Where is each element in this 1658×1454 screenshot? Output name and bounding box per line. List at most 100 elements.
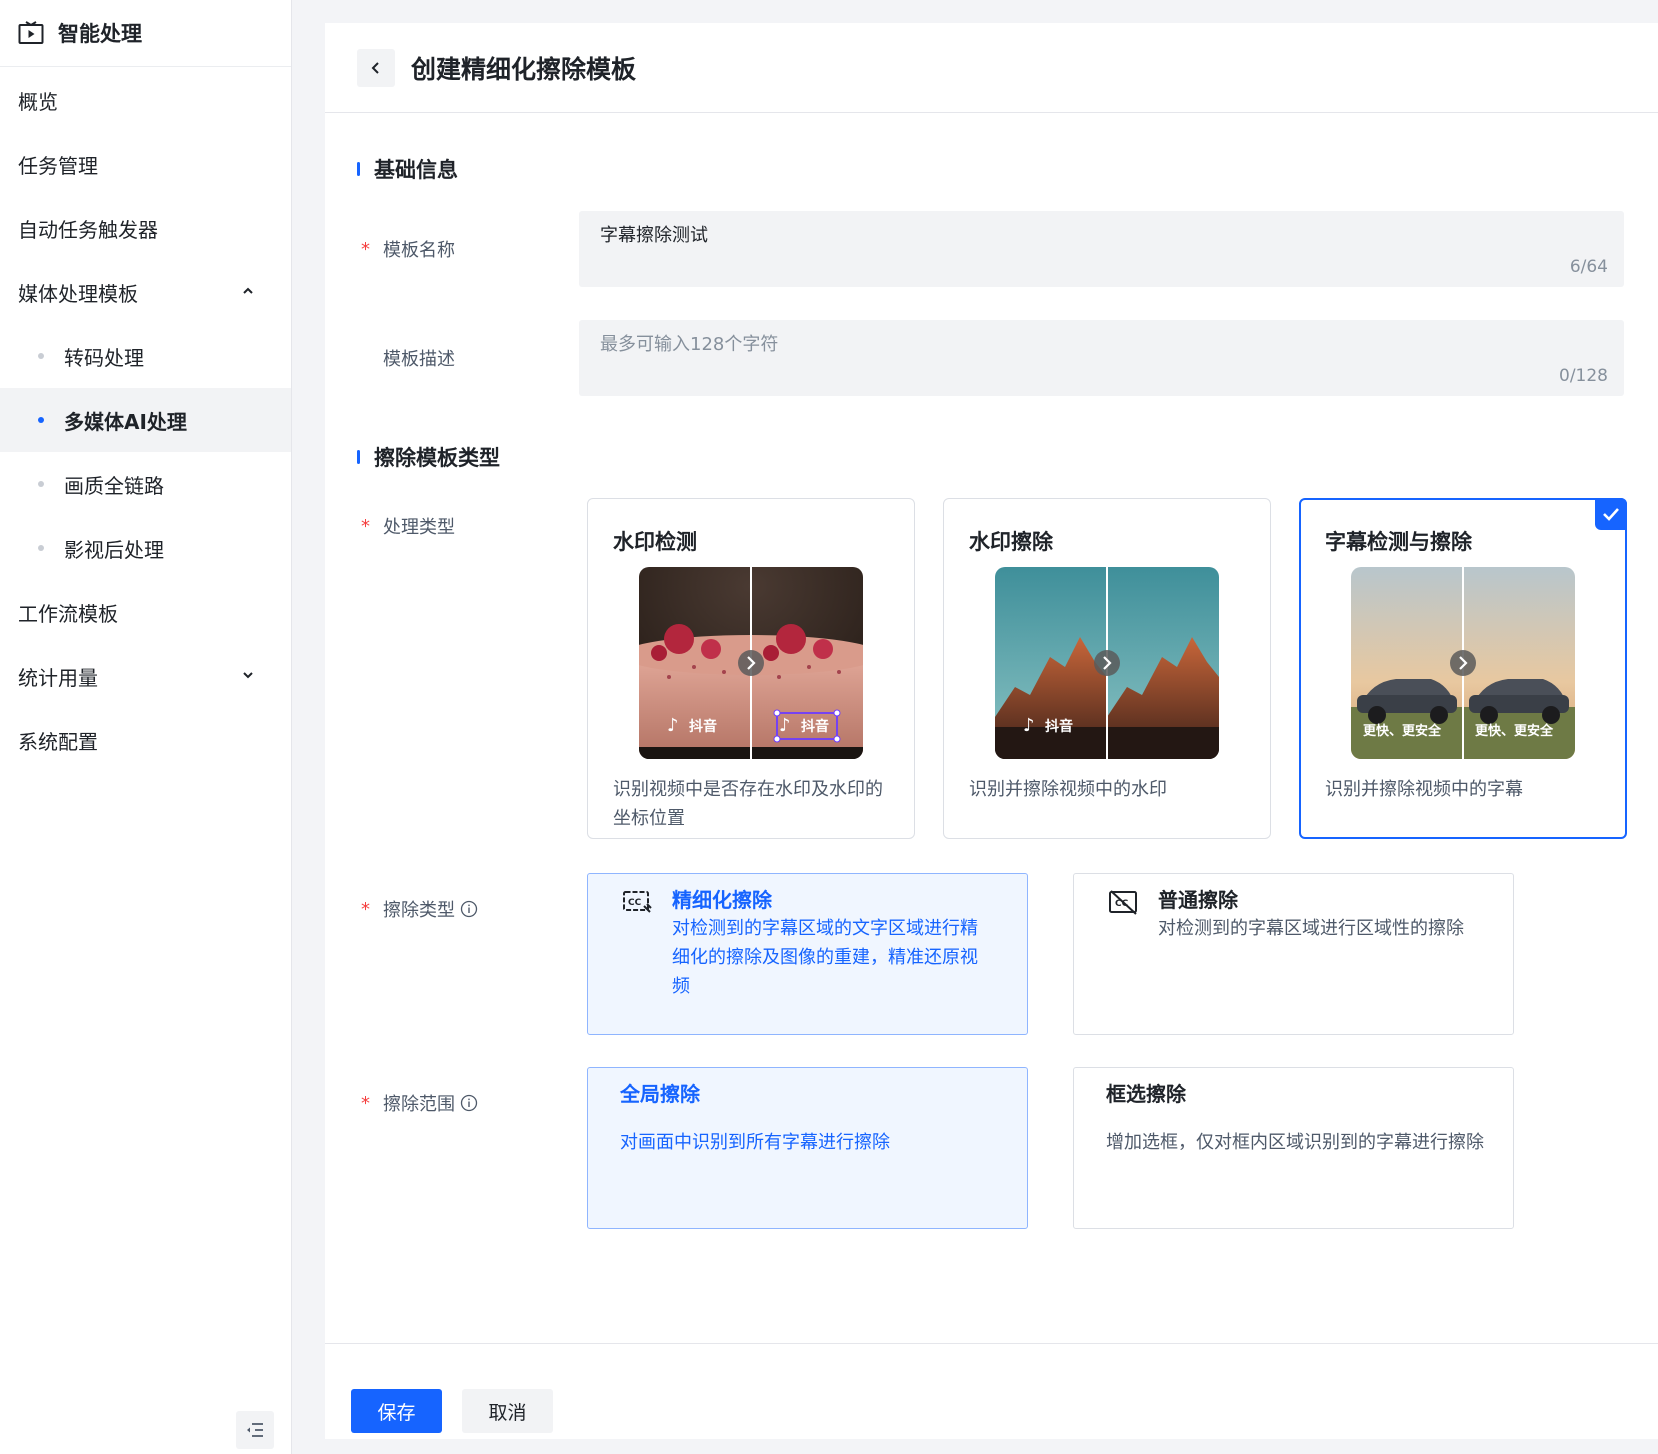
range-option-global[interactable]: 全局擦除 对画面中识别到所有字幕进行擦除	[587, 1067, 1028, 1229]
process-type-label: * 处理类型	[361, 513, 455, 539]
nav-item-usage[interactable]: 统计用量	[0, 644, 291, 708]
label-text: 模板描述	[383, 349, 455, 370]
option-desc: 对检测到的字幕区域的文字区域进行精细化的擦除及图像的重建，精准还原视频	[672, 918, 978, 997]
label-text: 擦除类型	[383, 900, 455, 921]
range-option-box-select[interactable]: 框选擦除 增加选框，仅对框内区域识别到的字幕进行擦除	[1073, 1067, 1514, 1229]
option-desc: 对检测到的字幕区域进行区域性的擦除	[1158, 918, 1464, 939]
card-desc: 识别视频中是否存在水印及水印的坐标位置	[613, 779, 883, 829]
collapse-sidebar-button[interactable]	[236, 1411, 274, 1449]
sidebar-title: 智能处理	[58, 22, 142, 46]
erase-option-fine[interactable]: CC 精细化擦除 对检测到的字幕区域的文字区域进行精细化的擦除及图像的重建，精准…	[587, 873, 1028, 1035]
bullet-dot	[38, 353, 44, 359]
nav-item-label: 影视后处理	[64, 537, 164, 562]
selected-check-icon	[1595, 498, 1627, 530]
section-title-basic: 基础信息	[357, 154, 458, 184]
nav-item-multimedia-ai[interactable]: 多媒体AI处理	[0, 388, 291, 452]
nav-item-label: 系统配置	[18, 729, 98, 754]
nav-item-label: 媒体处理模板	[18, 281, 138, 306]
svg-text:♪: ♪	[779, 715, 791, 736]
svg-text:♪: ♪	[667, 715, 679, 736]
nav-item-label: 统计用量	[18, 665, 98, 690]
nav-item-label: 多媒体AI处理	[64, 409, 187, 434]
option-desc: 对画面中识别到所有字幕进行擦除	[620, 1132, 890, 1153]
char-count: 0/128	[1559, 366, 1608, 386]
template-desc-textarea[interactable]: 最多可输入128个字符 0/128	[579, 320, 1624, 396]
option-title: 全局擦除	[620, 1082, 700, 1106]
info-icon[interactable]	[460, 1094, 478, 1112]
required-asterisk: *	[361, 238, 370, 260]
nav-item-label: 工作流模板	[18, 601, 118, 626]
nav-item-quality-chain[interactable]: 画质全链路	[0, 452, 291, 516]
label-text: 模板名称	[383, 240, 455, 261]
label-text: 擦除范围	[383, 1094, 455, 1115]
chevron-up-icon	[243, 287, 253, 294]
nav-item-label: 画质全链路	[64, 473, 164, 498]
chevron-left-icon	[371, 61, 379, 74]
required-asterisk: *	[361, 515, 370, 537]
template-desc-label: 模板描述	[361, 345, 455, 371]
svg-text:CC: CC	[628, 898, 642, 908]
cancel-button[interactable]: 取消	[462, 1389, 553, 1433]
required-asterisk: *	[361, 898, 370, 920]
nav-item-overview[interactable]: 概览	[0, 68, 291, 132]
form-footer: 保存 取消	[325, 1343, 1658, 1439]
nav-item-media-templates[interactable]: 媒体处理模板	[0, 260, 291, 324]
nav-item-workflow-templates[interactable]: 工作流模板	[0, 580, 291, 644]
nav-item-label: 任务管理	[18, 153, 98, 178]
svg-text:♪: ♪	[1023, 715, 1035, 736]
section-title-text: 基础信息	[374, 158, 458, 182]
process-type-card-watermark-detect[interactable]: 水印检测 ♪ 抖音 ♪ 抖音 识别视频中是否存在水印及水印的坐标位置	[587, 498, 915, 839]
save-button[interactable]: 保存	[351, 1389, 442, 1433]
mountain-preview-image: ♪ 抖音	[995, 567, 1219, 759]
nav-item-label: 转码处理	[64, 345, 144, 370]
option-desc: 增加选框，仅对框内区域识别到的字幕进行擦除	[1106, 1132, 1484, 1153]
bullet-dot	[38, 545, 44, 551]
caption-text: 更快、更安全	[1363, 723, 1442, 739]
tv-play-icon	[18, 21, 44, 44]
page-header: 创建精细化擦除模板	[325, 23, 1658, 113]
watermark-text: 抖音	[1045, 718, 1073, 735]
process-type-card-watermark-erase[interactable]: 水印擦除 ♪ 抖音 识别并擦除视频中的水印	[943, 498, 1271, 839]
nav-item-transcode[interactable]: 转码处理	[0, 324, 291, 388]
nav-item-tasks[interactable]: 任务管理	[0, 132, 291, 196]
erase-option-normal[interactable]: CC 普通擦除 对检测到的字幕区域进行区域性的擦除	[1073, 873, 1514, 1035]
cake-preview-image: ♪ 抖音 ♪ 抖音	[639, 567, 863, 759]
card-title: 水印检测	[613, 530, 697, 554]
nav-item-triggers[interactable]: 自动任务触发器	[0, 196, 291, 260]
main-card: 创建精细化擦除模板 基础信息 * 模板名称 字幕擦除测试 6/64 模板描述 最…	[325, 23, 1658, 1439]
nav-item-label: 自动任务触发器	[18, 217, 158, 242]
section-title-text: 擦除模板类型	[374, 446, 500, 470]
page-title: 创建精细化擦除模板	[411, 54, 637, 84]
option-title: 精细化擦除	[672, 888, 772, 912]
required-asterisk: *	[361, 1092, 370, 1114]
bullet-dot	[38, 481, 44, 487]
back-button[interactable]	[357, 48, 395, 87]
sidebar-header: 智能处理	[0, 0, 291, 67]
nav-item-post-processing[interactable]: 影视后处理	[0, 516, 291, 580]
info-icon[interactable]	[460, 900, 478, 918]
car-preview-image: 更快、更安全 更快、更安全	[1351, 567, 1575, 759]
erase-range-label: * 擦除范围	[361, 1090, 478, 1116]
process-type-card-caption-erase[interactable]: 字幕检测与擦除 更快、更安全 更快、更安全 识别并擦除视频中的字幕	[1299, 498, 1627, 839]
card-title: 水印擦除	[969, 530, 1053, 554]
erase-type-label: * 擦除类型	[361, 896, 478, 922]
card-desc: 识别并擦除视频中的水印	[969, 779, 1167, 800]
section-title-erase-type: 擦除模板类型	[357, 442, 500, 472]
template-name-label: * 模板名称	[361, 236, 455, 262]
watermark-text: 抖音	[801, 718, 829, 735]
bullet-dot	[38, 417, 44, 423]
nav-item-label: 概览	[18, 89, 58, 114]
label-text: 处理类型	[383, 517, 455, 538]
caption-off-icon: CC	[1109, 890, 1137, 915]
section-bar	[357, 162, 360, 176]
template-name-input[interactable]: 字幕擦除测试 6/64	[579, 211, 1624, 287]
option-title: 普通擦除	[1158, 888, 1238, 912]
input-placeholder: 最多可输入128个字符	[600, 334, 779, 355]
nav-item-system-config[interactable]: 系统配置	[0, 708, 291, 772]
option-title: 框选擦除	[1106, 1082, 1186, 1106]
chevron-down-icon	[243, 672, 253, 679]
caption-erase-icon: CC	[623, 891, 652, 913]
input-value: 字幕擦除测试	[600, 225, 708, 246]
char-count: 6/64	[1569, 257, 1608, 277]
card-title: 字幕检测与擦除	[1325, 530, 1472, 554]
